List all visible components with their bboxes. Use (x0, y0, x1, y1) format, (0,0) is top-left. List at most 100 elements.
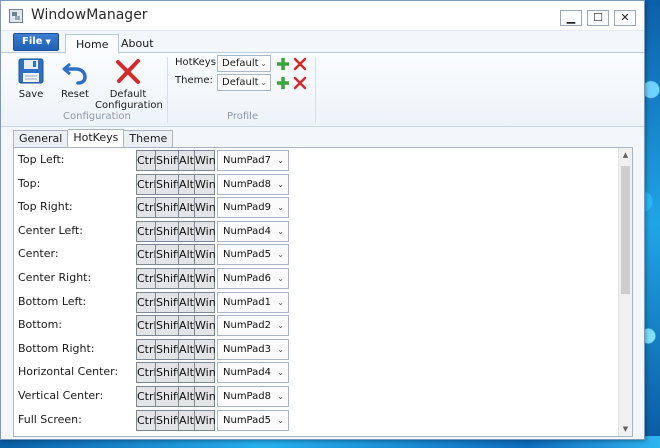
save-button[interactable]: Save (13, 57, 49, 100)
title-bar[interactable]: WindowManager ▁ ☐ ✕ (1, 1, 644, 31)
modifier-toggles: Ctrl Shift Alt Win (136, 150, 216, 171)
hotkey-key-select[interactable]: NumPad2 ⌄ (217, 315, 289, 337)
shift-toggle[interactable]: Shift (155, 268, 181, 289)
scroll-down-arrow-icon[interactable]: ▼ (619, 422, 632, 436)
win-toggle[interactable]: Win (194, 268, 216, 289)
add-hotkeys-profile-button[interactable] (276, 57, 290, 71)
win-toggle[interactable]: Win (194, 220, 216, 242)
hotkeys-panel: Top Left: Ctrl Shift Alt Win NumPad7 ⌄ T… (13, 147, 633, 437)
hotkey-key-select[interactable]: NumPad9 ⌄ (217, 197, 289, 219)
reset-button[interactable]: Reset (57, 57, 93, 100)
hotkey-label: Bottom Left: (18, 294, 87, 308)
win-toggle[interactable]: Win (194, 244, 216, 266)
win-toggle[interactable]: Win (194, 291, 216, 313)
caret-down-icon: ▼ (45, 38, 51, 46)
win-toggle[interactable]: Win (194, 409, 216, 431)
window-title: WindowManager (31, 7, 148, 23)
shift-toggle[interactable]: Shift (155, 173, 181, 195)
modifier-toggles: Ctrl Shift Alt Win (136, 409, 216, 431)
hotkey-label: Top Left: (18, 153, 65, 166)
alt-toggle[interactable]: Alt (178, 338, 195, 360)
alt-toggle[interactable]: Alt (178, 173, 195, 195)
alt-toggle[interactable]: Alt (178, 268, 195, 289)
chevron-down-icon: ⌄ (277, 415, 284, 425)
hotkey-key-select[interactable]: NumPad4 ⌄ (217, 220, 289, 242)
group-separator (167, 57, 168, 123)
alt-toggle[interactable]: Alt (178, 409, 195, 431)
ctrl-toggle[interactable]: Ctrl (136, 362, 157, 384)
save-label: Save (18, 89, 44, 100)
shift-toggle[interactable]: Shift (155, 220, 181, 242)
ctrl-toggle[interactable]: Ctrl (136, 409, 157, 431)
maximize-button[interactable]: ☐ (587, 10, 609, 26)
hotkey-key-select[interactable]: NumPad5 ⌄ (217, 409, 289, 431)
win-toggle[interactable]: Win (194, 150, 216, 171)
hotkey-row: Top Left: Ctrl Shift Alt Win NumPad7 ⌄ (14, 148, 614, 172)
ctrl-toggle[interactable]: Ctrl (136, 315, 157, 337)
ctrl-toggle[interactable]: Ctrl (136, 386, 157, 407)
ctrl-toggle[interactable]: Ctrl (136, 268, 157, 289)
hotkey-label: Top Right: (18, 200, 73, 214)
ribbon-tab-bar: File ▼ Home About (1, 31, 644, 54)
shift-toggle[interactable]: Shift (155, 197, 181, 219)
close-button[interactable]: ✕ (614, 10, 636, 26)
shift-toggle[interactable]: Shift (155, 150, 181, 171)
alt-toggle[interactable]: Alt (178, 362, 195, 384)
win-toggle[interactable]: Win (194, 386, 216, 407)
default-configuration-button[interactable]: Default Configuration (95, 57, 163, 111)
hotkey-key-select[interactable]: NumPad8 ⌄ (217, 386, 289, 407)
alt-toggle[interactable]: Alt (178, 315, 195, 337)
hotkey-key-select[interactable]: NumPad1 ⌄ (217, 291, 289, 313)
hotkey-key-select[interactable]: NumPad5 ⌄ (217, 244, 289, 266)
tab-general[interactable]: General (13, 130, 69, 148)
delete-theme-profile-button[interactable] (293, 76, 307, 90)
alt-toggle[interactable]: Alt (178, 291, 195, 313)
shift-toggle[interactable]: Shift (155, 291, 181, 313)
win-toggle[interactable]: Win (194, 315, 216, 337)
ribbon-tab-home[interactable]: Home (65, 34, 120, 54)
chevron-down-icon: ⌄ (277, 297, 284, 307)
hotkey-key-select[interactable]: NumPad6 ⌄ (217, 268, 289, 289)
file-menu-button[interactable]: File ▼ (13, 33, 59, 51)
tab-theme[interactable]: Theme (124, 130, 174, 148)
hotkey-key-select[interactable]: NumPad8 ⌄ (217, 173, 289, 195)
ctrl-toggle[interactable]: Ctrl (136, 244, 157, 266)
shift-toggle[interactable]: Shift (155, 362, 181, 384)
shift-toggle[interactable]: Shift (155, 244, 181, 266)
minimize-button[interactable]: ▁ (560, 10, 582, 26)
hotkey-key-select[interactable]: NumPad4 ⌄ (217, 362, 289, 384)
alt-toggle[interactable]: Alt (178, 197, 195, 219)
modifier-toggles: Ctrl Shift Alt Win (136, 220, 216, 242)
win-toggle[interactable]: Win (194, 197, 216, 219)
hotkey-key-select[interactable]: NumPad3 ⌄ (217, 338, 289, 360)
hotkeys-profile-select[interactable]: Default ⌄ (217, 55, 271, 72)
hotkey-label: Vertical Center: (18, 389, 104, 402)
delete-hotkeys-profile-button[interactable] (293, 57, 307, 71)
default-configuration-label-1: Default (109, 89, 147, 100)
alt-toggle[interactable]: Alt (178, 220, 195, 242)
theme-profile-select[interactable]: Default ⌄ (217, 74, 271, 91)
shift-toggle[interactable]: Shift (155, 338, 181, 360)
scroll-up-arrow-icon[interactable]: ▲ (619, 148, 632, 162)
shift-toggle[interactable]: Shift (155, 386, 181, 407)
add-theme-profile-button[interactable] (276, 76, 290, 90)
ctrl-toggle[interactable]: Ctrl (136, 197, 157, 219)
win-toggle[interactable]: Win (194, 173, 216, 195)
hotkey-key-select[interactable]: NumPad7 ⌄ (217, 150, 289, 171)
scroll-thumb[interactable] (621, 166, 630, 294)
ctrl-toggle[interactable]: Ctrl (136, 150, 157, 171)
win-toggle[interactable]: Win (194, 362, 216, 384)
ctrl-toggle[interactable]: Ctrl (136, 220, 157, 242)
ctrl-toggle[interactable]: Ctrl (136, 338, 157, 360)
win-toggle[interactable]: Win (194, 338, 216, 360)
alt-toggle[interactable]: Alt (178, 150, 195, 171)
alt-toggle[interactable]: Alt (178, 244, 195, 266)
alt-toggle[interactable]: Alt (178, 386, 195, 407)
tab-hotkeys[interactable]: HotKeys (68, 129, 125, 148)
shift-toggle[interactable]: Shift (155, 315, 181, 337)
hotkey-key-value: NumPad3 (223, 343, 271, 355)
ctrl-toggle[interactable]: Ctrl (136, 291, 157, 313)
ctrl-toggle[interactable]: Ctrl (136, 173, 157, 195)
shift-toggle[interactable]: Shift (155, 409, 181, 431)
vertical-scrollbar[interactable]: ▲ ▼ (618, 148, 632, 436)
